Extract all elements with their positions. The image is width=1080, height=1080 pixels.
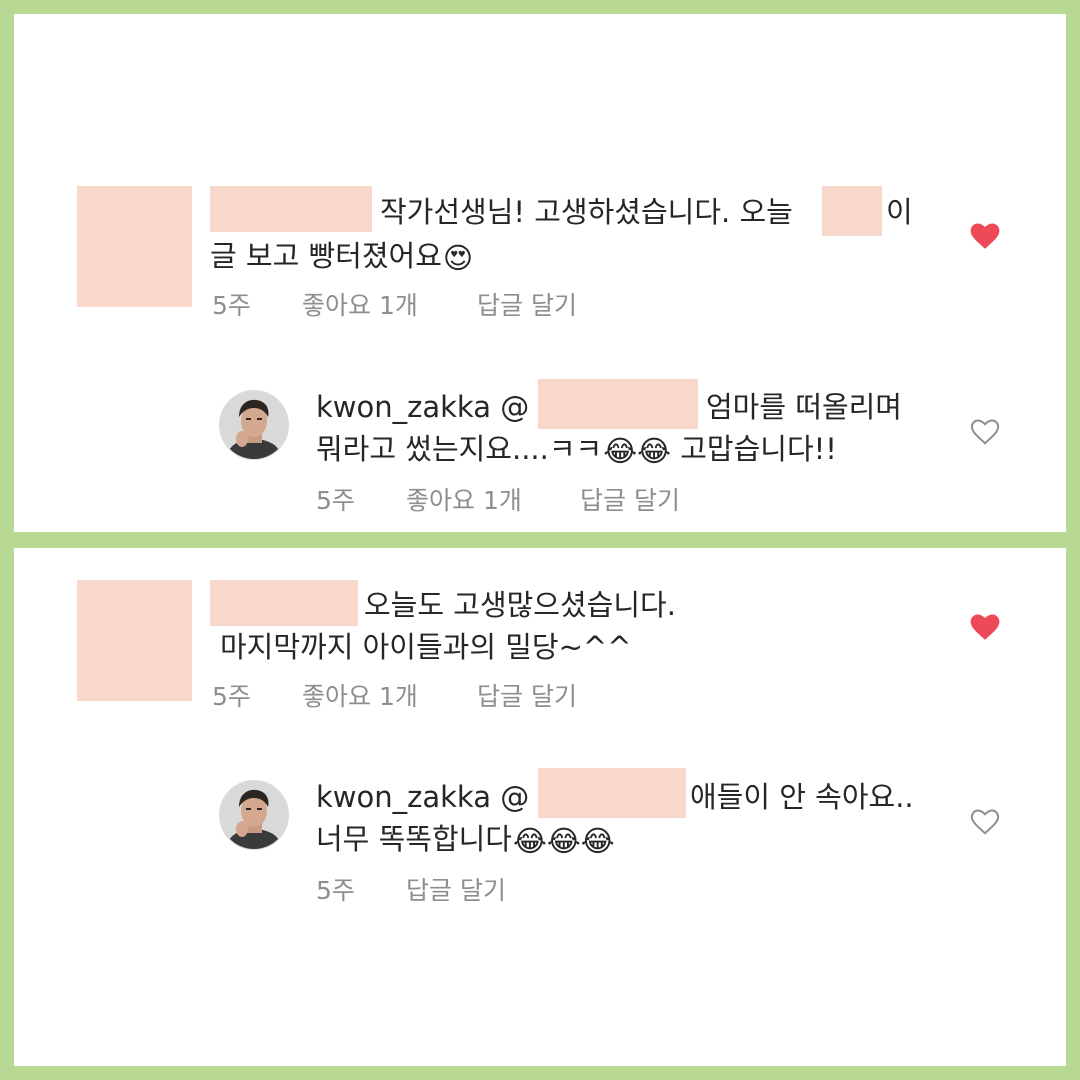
reply-text-line2-text: 뭐라고 썼는지요....ㅋㅋ bbox=[316, 432, 603, 466]
comment-text-line2-text: 글 보고 빵터졌어요 bbox=[210, 239, 442, 273]
person-avatar-icon bbox=[220, 391, 288, 459]
outline-heart-icon[interactable] bbox=[970, 808, 1000, 836]
reply-reply-button[interactable]: 답글 달기 bbox=[580, 486, 680, 516]
comment-text-line2: 글 보고 빵터졌어요😍 bbox=[210, 239, 473, 275]
mentioned-username-redacted[interactable] bbox=[538, 379, 698, 429]
comment-timestamp: 5주 bbox=[212, 682, 251, 711]
mention-at-sign: @ bbox=[500, 390, 530, 424]
reply-author-avatar[interactable] bbox=[219, 780, 289, 850]
comment-panel-1: 작가선생님! 고생하셨습니다. 오늘 이 글 보고 빵터졌어요😍 5주 좋아요 … bbox=[14, 14, 1066, 532]
comment-reply-button[interactable]: 답글 달기 bbox=[477, 682, 577, 712]
commenter-avatar-redacted[interactable] bbox=[77, 580, 192, 701]
reply-username-link[interactable]: kwon_zakka bbox=[316, 780, 491, 814]
commenter-username-redacted[interactable] bbox=[210, 186, 372, 232]
redacted-name-inline bbox=[822, 186, 882, 236]
reply-text-line2-end: 고맙습니다!! bbox=[680, 432, 837, 466]
commenter-username-redacted[interactable] bbox=[210, 580, 358, 626]
commenter-avatar-redacted[interactable] bbox=[77, 186, 192, 307]
mention-at-sign: @ bbox=[500, 780, 530, 814]
reply-timestamp: 5주 bbox=[316, 876, 355, 905]
comment-text-line1: 작가선생님! 고생하셨습니다. 오늘 bbox=[380, 195, 793, 229]
reply-text-line1: 엄마를 떠올리며 bbox=[706, 390, 902, 424]
comment-text-line1-end: 이 bbox=[886, 195, 913, 229]
person-avatar-icon bbox=[220, 781, 288, 849]
reply-timestamp: 5주 bbox=[316, 486, 355, 515]
reply-username-link[interactable]: kwon_zakka bbox=[316, 390, 491, 424]
laughing-tears-emoji-icon: 😂😂 bbox=[603, 434, 671, 468]
laughing-tears-emoji-icon: 😂😂😂 bbox=[512, 824, 615, 858]
reply-line1: kwon_zakka @ bbox=[316, 780, 529, 814]
comment-text-line2: 마지막까지 아이들과의 밀당~^^ bbox=[220, 630, 632, 664]
reply-text-line2: 뭐라고 썼는지요....ㅋㅋ😂😂 고맙습니다!! bbox=[316, 432, 837, 468]
comment-timestamp: 5주 bbox=[212, 291, 251, 320]
reply-line1: kwon_zakka @ bbox=[316, 390, 529, 424]
comment-likes-count[interactable]: 좋아요 1개 bbox=[302, 291, 418, 321]
reply-likes-count[interactable]: 좋아요 1개 bbox=[406, 486, 522, 516]
reply-author-avatar[interactable] bbox=[219, 390, 289, 460]
reply-text-line1: 애들이 안 속아요.. bbox=[690, 780, 914, 814]
comment-panel-2: 오늘도 고생많으셨습니다. 마지막까지 아이들과의 밀당~^^ 5주 좋아요 1… bbox=[14, 548, 1066, 1066]
comment-likes-count[interactable]: 좋아요 1개 bbox=[302, 682, 418, 712]
reply-text-line2-text: 너무 똑똑합니다 bbox=[316, 822, 512, 856]
reply-reply-button[interactable]: 답글 달기 bbox=[406, 876, 506, 906]
comment-text-line1: 오늘도 고생많으셨습니다. bbox=[364, 588, 676, 622]
reply-text-line2: 너무 똑똑합니다😂😂😂 bbox=[316, 822, 615, 858]
liked-heart-icon[interactable] bbox=[970, 613, 1000, 641]
heart-eyes-emoji-icon: 😍 bbox=[442, 241, 474, 275]
comment-reply-button[interactable]: 답글 달기 bbox=[477, 291, 577, 321]
outline-heart-icon[interactable] bbox=[970, 418, 1000, 446]
liked-heart-icon[interactable] bbox=[970, 222, 1000, 250]
mentioned-username-redacted[interactable] bbox=[538, 768, 686, 818]
